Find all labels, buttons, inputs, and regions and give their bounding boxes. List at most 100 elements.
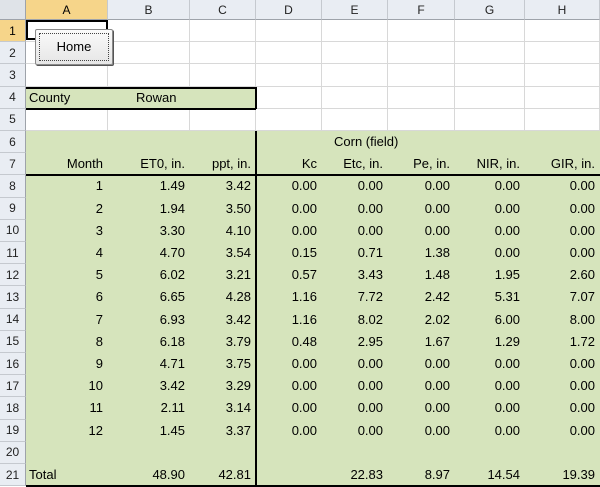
row-header-3[interactable]: 3 — [0, 64, 26, 87]
row-header-20[interactable]: 20 — [0, 441, 26, 464]
column-header-d[interactable]: D — [256, 0, 322, 20]
cell[interactable] — [108, 108, 190, 131]
cell[interactable] — [525, 131, 600, 154]
cell[interactable] — [190, 20, 256, 43]
cell[interactable] — [190, 131, 256, 154]
row-header-2[interactable]: 2 — [0, 42, 26, 65]
cell[interactable] — [190, 64, 256, 87]
row-header-1[interactable]: 1 — [0, 20, 26, 43]
table-value: 0.48 — [291, 333, 317, 349]
row-header-8[interactable]: 8 — [0, 175, 26, 198]
cell[interactable] — [388, 108, 455, 131]
column-header-g[interactable]: G — [455, 0, 525, 20]
cell[interactable] — [322, 42, 388, 65]
cell[interactable] — [322, 86, 388, 109]
cell[interactable] — [525, 20, 600, 43]
county-border-bottom — [26, 107, 256, 110]
cell[interactable] — [256, 441, 322, 464]
cell[interactable] — [525, 108, 600, 131]
cell[interactable] — [322, 441, 388, 464]
row-header-19[interactable]: 19 — [0, 419, 26, 442]
cell[interactable] — [26, 108, 108, 131]
table-value: 10 — [88, 378, 103, 394]
cell[interactable] — [525, 42, 600, 65]
cell[interactable] — [256, 42, 322, 65]
row-header-5[interactable]: 5 — [0, 108, 26, 131]
cell[interactable] — [108, 131, 190, 154]
table-value: 0.00 — [357, 400, 383, 416]
row-header-6[interactable]: 6 — [0, 131, 26, 154]
cell[interactable] — [190, 441, 256, 464]
cell[interactable] — [388, 64, 455, 87]
table-value: 6.93 — [159, 311, 185, 327]
cell[interactable] — [108, 42, 190, 65]
cell[interactable] — [525, 86, 600, 109]
table-value: 4.71 — [159, 356, 185, 371]
select-all-corner[interactable] — [0, 0, 26, 20]
cell[interactable] — [455, 86, 525, 109]
header-underline — [26, 174, 600, 177]
cell[interactable] — [108, 64, 190, 87]
cell[interactable] — [388, 86, 455, 109]
cell[interactable] — [322, 108, 388, 131]
row-header-4[interactable]: 4 — [0, 86, 26, 109]
row-header-17[interactable]: 17 — [0, 375, 26, 398]
cell[interactable] — [26, 131, 108, 154]
cell[interactable] — [388, 441, 455, 464]
cell[interactable] — [455, 441, 525, 464]
row-header-10[interactable]: 10 — [0, 219, 26, 242]
row-header-14[interactable]: 14 — [0, 308, 26, 331]
row-header-16[interactable]: 16 — [0, 353, 26, 376]
row-header-13[interactable]: 13 — [0, 286, 26, 309]
row-header-11[interactable]: 11 — [0, 242, 26, 265]
column-header-e[interactable]: E — [322, 0, 388, 20]
cell[interactable] — [455, 131, 525, 154]
cell[interactable] — [190, 42, 256, 65]
column-label-2: ppt, in. — [211, 156, 251, 172]
cell[interactable] — [525, 441, 600, 464]
cell[interactable] — [388, 42, 455, 65]
row-header-18[interactable]: 18 — [0, 397, 26, 420]
table-value: 7 — [95, 311, 103, 327]
table-value: 0.00 — [569, 378, 595, 394]
cell[interactable] — [256, 108, 322, 131]
column-header-f[interactable]: F — [388, 0, 455, 20]
column-header-h[interactable]: H — [525, 0, 600, 20]
table-value: 6.02 — [159, 267, 185, 283]
cell[interactable] — [388, 20, 455, 43]
table-value: 0.00 — [357, 200, 383, 216]
cell[interactable] — [256, 86, 322, 109]
cell[interactable] — [455, 108, 525, 131]
cell[interactable] — [26, 64, 108, 87]
table-value: 5.31 — [494, 289, 520, 305]
cell[interactable] — [525, 64, 600, 87]
row-header-9[interactable]: 9 — [0, 197, 26, 220]
row-header-7[interactable]: 7 — [0, 153, 26, 176]
cell[interactable] — [322, 64, 388, 87]
home-button[interactable]: Home — [35, 29, 113, 65]
cell[interactable] — [108, 20, 190, 43]
cell[interactable] — [256, 131, 322, 154]
column-header-b[interactable]: B — [108, 0, 190, 20]
column-header-a[interactable]: A — [26, 0, 108, 20]
table-value: 5 — [95, 267, 103, 283]
cell[interactable] — [256, 464, 322, 487]
row-header-21[interactable]: 21 — [0, 464, 26, 487]
row-header-12[interactable]: 12 — [0, 264, 26, 287]
cell[interactable] — [256, 64, 322, 87]
table-value: 1.72 — [569, 333, 595, 349]
cell[interactable] — [256, 20, 322, 43]
column-header-c[interactable]: C — [190, 0, 256, 20]
table-value: 7.07 — [569, 289, 595, 305]
cell[interactable] — [455, 20, 525, 43]
cell[interactable] — [455, 42, 525, 65]
table-value: 6 — [95, 289, 103, 305]
cell[interactable] — [26, 441, 108, 464]
cell[interactable] — [190, 108, 256, 131]
cell[interactable] — [322, 20, 388, 43]
cell[interactable] — [455, 64, 525, 87]
table-value: 4 — [95, 245, 103, 260]
cell[interactable] — [108, 441, 190, 464]
table-value: 0.00 — [569, 422, 595, 438]
row-header-15[interactable]: 15 — [0, 330, 26, 353]
